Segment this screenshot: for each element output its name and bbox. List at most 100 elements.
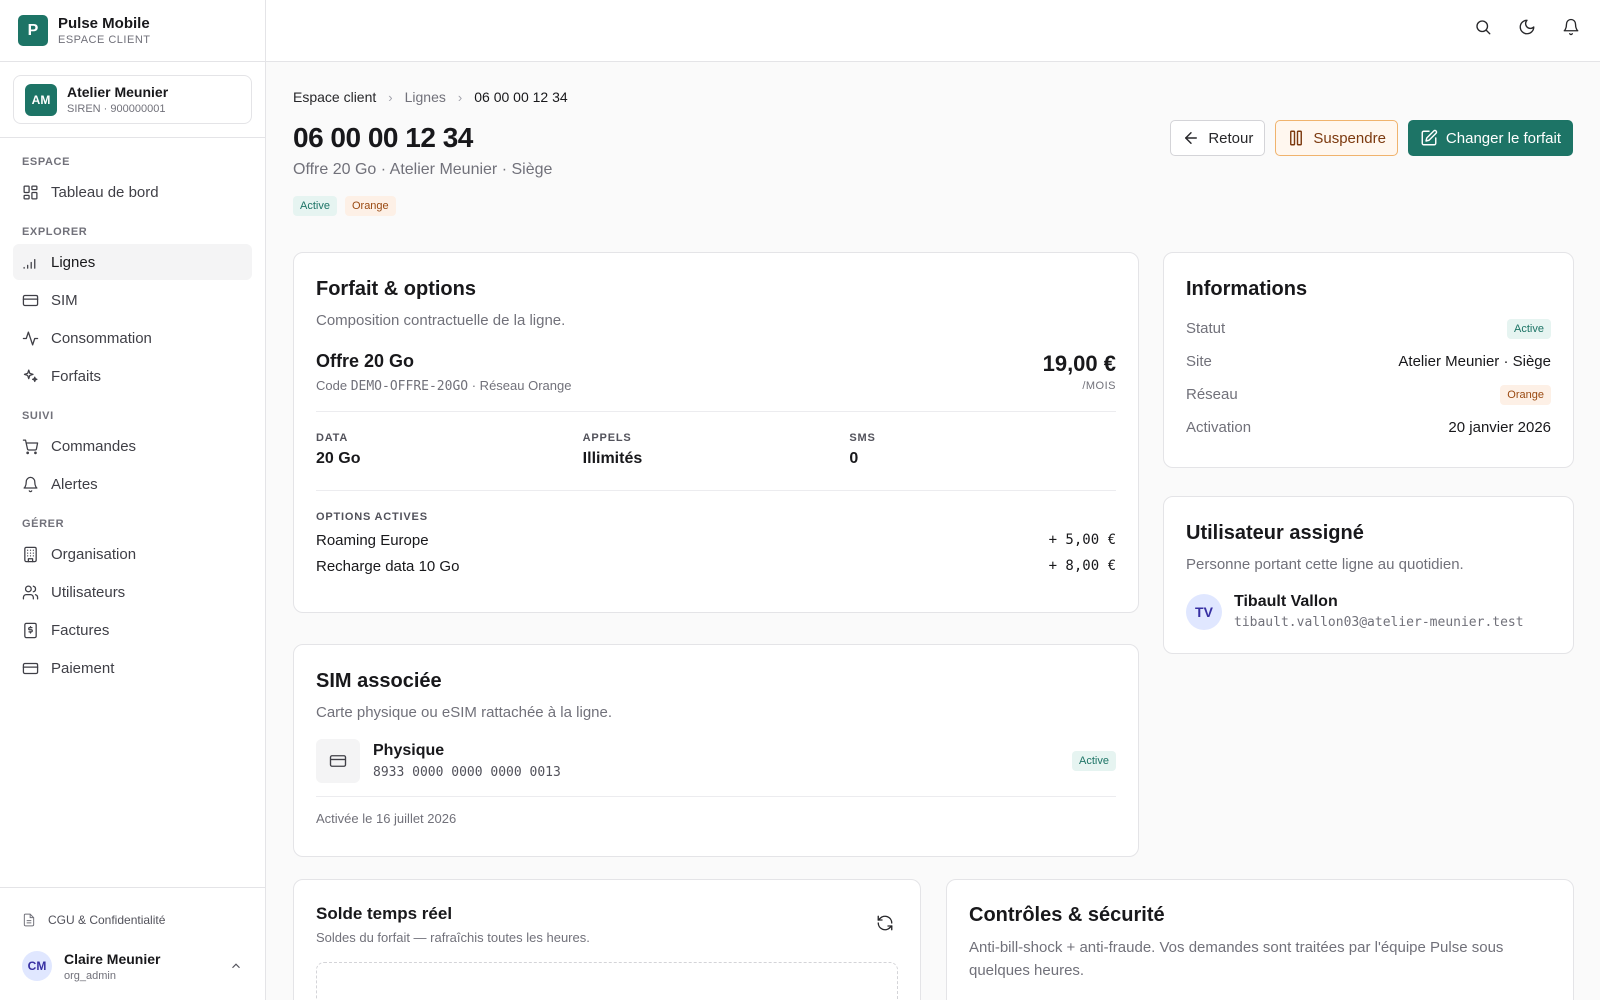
balance-placeholder <box>316 962 898 1000</box>
assigned-user-card: Utilisateur assigné Personne portant cet… <box>1163 496 1574 654</box>
option-name: Roaming Europe <box>316 532 429 549</box>
card-description: Soldes du forfait — rafraîchis toutes le… <box>316 930 590 945</box>
info-row-site: Site Atelier Meunier · Siège <box>1186 345 1551 378</box>
moon-icon[interactable] <box>1518 18 1536 36</box>
quota-sms: SMS 0 <box>849 432 1116 468</box>
sidebar-item-utilisateurs[interactable]: Utilisateurs <box>13 574 252 610</box>
options-title: OPTIONS ACTIVES <box>316 511 428 523</box>
org-siren: SIREN · 900000001 <box>67 103 166 115</box>
avatar: TV <box>1186 593 1222 630</box>
assigned-user[interactable]: TV Tibault Vallon tibault.vallon03@ateli… <box>1186 593 1551 630</box>
refresh-icon <box>877 915 893 931</box>
card-title: Solde temps réel <box>316 904 453 923</box>
chevron-up-icon <box>232 963 240 969</box>
forfait-card: Forfait & options Composition contractue… <box>293 252 1139 613</box>
breadcrumb-root[interactable]: Espace client <box>293 89 376 105</box>
sidebar-item-sim[interactable]: SIM <box>13 282 252 318</box>
status-badges: Active Orange <box>293 196 396 216</box>
legal-link[interactable]: CGU & Confidentialité <box>22 900 243 940</box>
offer-period: /MOIS <box>1082 380 1116 392</box>
org-switcher[interactable]: AM Atelier Meunier SIREN · 900000001 <box>13 75 252 124</box>
sidebar-item-lignes[interactable]: Lignes <box>13 244 252 280</box>
info-key: Statut <box>1186 320 1226 337</box>
list-item: Recharge data 10 Go + 8,00 € <box>316 558 1116 575</box>
info-row-activation: Activation 20 janvier 2026 <box>1186 411 1551 444</box>
info-row-reseau: Réseau Orange <box>1186 378 1551 411</box>
sidebar-item-label: Lignes <box>51 253 96 271</box>
suspend-button-label: Suspendre <box>1313 129 1386 147</box>
nav-section-title: SUIVI <box>22 410 54 422</box>
card-description: Carte physique ou eSIM rattachée à la li… <box>316 704 613 721</box>
status-badge: Active <box>1507 318 1551 339</box>
sidebar-item-label: Forfaits <box>51 367 102 385</box>
info-value: 20 janvier 2026 <box>1448 419 1551 436</box>
nav-section-title: ESPACE <box>22 156 71 168</box>
quota-value: 20 Go <box>316 450 361 467</box>
sidebar-item-paiement[interactable]: Paiement <box>13 650 252 686</box>
card-title: Utilisateur assigné <box>1186 522 1364 544</box>
breadcrumb-parent[interactable]: Lignes <box>405 89 446 105</box>
sidebar-item-label: SIM <box>51 291 78 309</box>
card-icon <box>22 294 39 306</box>
search-icon[interactable] <box>1474 18 1492 36</box>
status-badge: Active <box>293 196 337 216</box>
building-icon <box>24 546 37 562</box>
sim-activation-date: Activée le 16 juillet 2026 <box>316 811 457 826</box>
quota-data: DATA 20 Go <box>316 432 583 468</box>
option-price: + 8,00 € <box>1048 558 1116 574</box>
sidebar-item-tableau-de-bord[interactable]: Tableau de bord <box>13 174 252 210</box>
sidebar-item-organisation[interactable]: Organisation <box>13 536 252 572</box>
info-value: Atelier Meunier · Siège <box>1398 353 1551 370</box>
bell-icon[interactable] <box>1562 18 1580 36</box>
balance-card: Solde temps réel Soldes du forfait — raf… <box>293 879 921 1000</box>
users-icon <box>22 584 39 600</box>
sidebar: P Pulse Mobile ESPACE CLIENT AM Atelier … <box>0 0 266 1000</box>
sidebar-item-label: Factures <box>51 621 110 639</box>
sidebar-item-commandes[interactable]: Commandes <box>13 428 252 464</box>
refresh-button[interactable] <box>876 914 894 937</box>
pause-icon <box>1290 130 1303 146</box>
option-price: + 5,00 € <box>1048 532 1116 548</box>
network-badge: Orange <box>344 196 396 216</box>
offer-code-prefix: Code <box>316 378 348 393</box>
sidebar-item-label: Organisation <box>51 545 137 563</box>
sidebar-item-label: Tableau de bord <box>51 183 159 201</box>
sim-iccid: 8933 0000 0000 0000 0013 <box>373 765 561 780</box>
cart-icon <box>22 438 39 454</box>
page-title: 06 00 00 12 34 <box>293 122 473 153</box>
org-name: Atelier Meunier <box>67 84 169 100</box>
sidebar-item-label: Paiement <box>51 659 115 677</box>
nav-section-title: EXPLORER <box>22 226 88 238</box>
quota-value: Illimités <box>582 450 643 467</box>
sidebar-item-alertes[interactable]: Alertes <box>13 466 252 502</box>
list-item: Roaming Europe + 5,00 € <box>316 532 1116 549</box>
sim-icon-box <box>316 739 360 783</box>
sim-item[interactable]: Physique 8933 0000 0000 0000 0013 Active <box>316 739 1116 797</box>
card-title: Forfait & options <box>316 278 476 300</box>
user-role: org_admin <box>64 969 116 982</box>
main-content: Espace client › Lignes › 06 00 00 12 34 … <box>266 62 1600 1000</box>
brand-logo: P <box>18 15 48 46</box>
back-button[interactable]: Retour <box>1170 120 1266 156</box>
page-subtitle: Offre 20 Go · Atelier Meunier · Siège <box>293 161 553 178</box>
assigned-user-name: Tibault Vallon <box>1234 593 1338 610</box>
offer-network: · Réseau Orange <box>471 378 572 393</box>
sidebar-item-factures[interactable]: Factures <box>13 612 252 648</box>
info-card: Informations Statut Active Site Atelier … <box>1163 252 1574 468</box>
brand-header[interactable]: P Pulse Mobile ESPACE CLIENT <box>0 0 265 62</box>
suspend-button[interactable]: Suspendre <box>1275 120 1398 156</box>
change-plan-button[interactable]: Changer le forfait <box>1407 120 1573 156</box>
user-name: Claire Meunier <box>64 950 161 967</box>
brand-name: Pulse Mobile <box>58 15 150 32</box>
info-row-statut: Statut Active <box>1186 312 1551 345</box>
card-icon <box>22 662 39 674</box>
dashboard-icon <box>23 184 38 200</box>
user-menu[interactable]: CM Claire Meunier org_admin <box>22 944 243 988</box>
sim-type: Physique <box>373 742 445 759</box>
sidebar-item-consommation[interactable]: Consommation <box>13 320 252 356</box>
sidebar-item-forfaits[interactable]: Forfaits <box>13 358 252 394</box>
quota-label: APPELS <box>582 432 632 444</box>
sidebar-item-label: Commandes <box>51 437 137 455</box>
page-actions: Retour Suspendre Changer le forfait <box>1170 120 1573 156</box>
chevron-right-icon: › <box>388 89 393 105</box>
